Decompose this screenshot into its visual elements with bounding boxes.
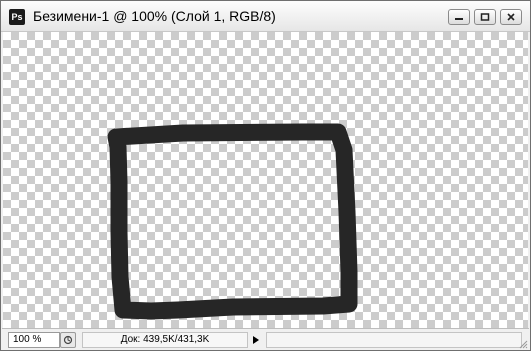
minimize-button[interactable] xyxy=(448,9,470,25)
horizontal-scrollbar[interactable] xyxy=(266,332,522,348)
navigate-icon xyxy=(63,335,73,345)
maximize-icon xyxy=(480,13,490,21)
resize-grip-icon[interactable] xyxy=(518,339,528,349)
close-button[interactable] xyxy=(500,9,522,25)
document-canvas[interactable] xyxy=(3,32,528,328)
window-controls xyxy=(448,9,522,25)
minimize-icon xyxy=(455,18,463,20)
navigate-button[interactable] xyxy=(60,332,76,348)
close-icon xyxy=(507,13,515,21)
document-info: Док: 439,5K/431,3K xyxy=(82,332,248,348)
title-bar[interactable]: Ps Безимени-1 @ 100% (Слой 1, RGB/8) xyxy=(1,1,530,32)
triangle-right-icon xyxy=(253,336,259,344)
document-window: Ps Безимени-1 @ 100% (Слой 1, RGB/8) 100… xyxy=(0,0,531,351)
status-menu-button[interactable] xyxy=(250,332,262,348)
photoshop-icon: Ps xyxy=(9,9,25,25)
zoom-input[interactable]: 100 % xyxy=(8,332,60,348)
window-title: Безимени-1 @ 100% (Слой 1, RGB/8) xyxy=(33,8,276,24)
brush-stroke-rectangle xyxy=(107,123,358,320)
status-bar: 100 % Док: 439,5K/431,3K xyxy=(2,328,529,350)
maximize-button[interactable] xyxy=(474,9,496,25)
